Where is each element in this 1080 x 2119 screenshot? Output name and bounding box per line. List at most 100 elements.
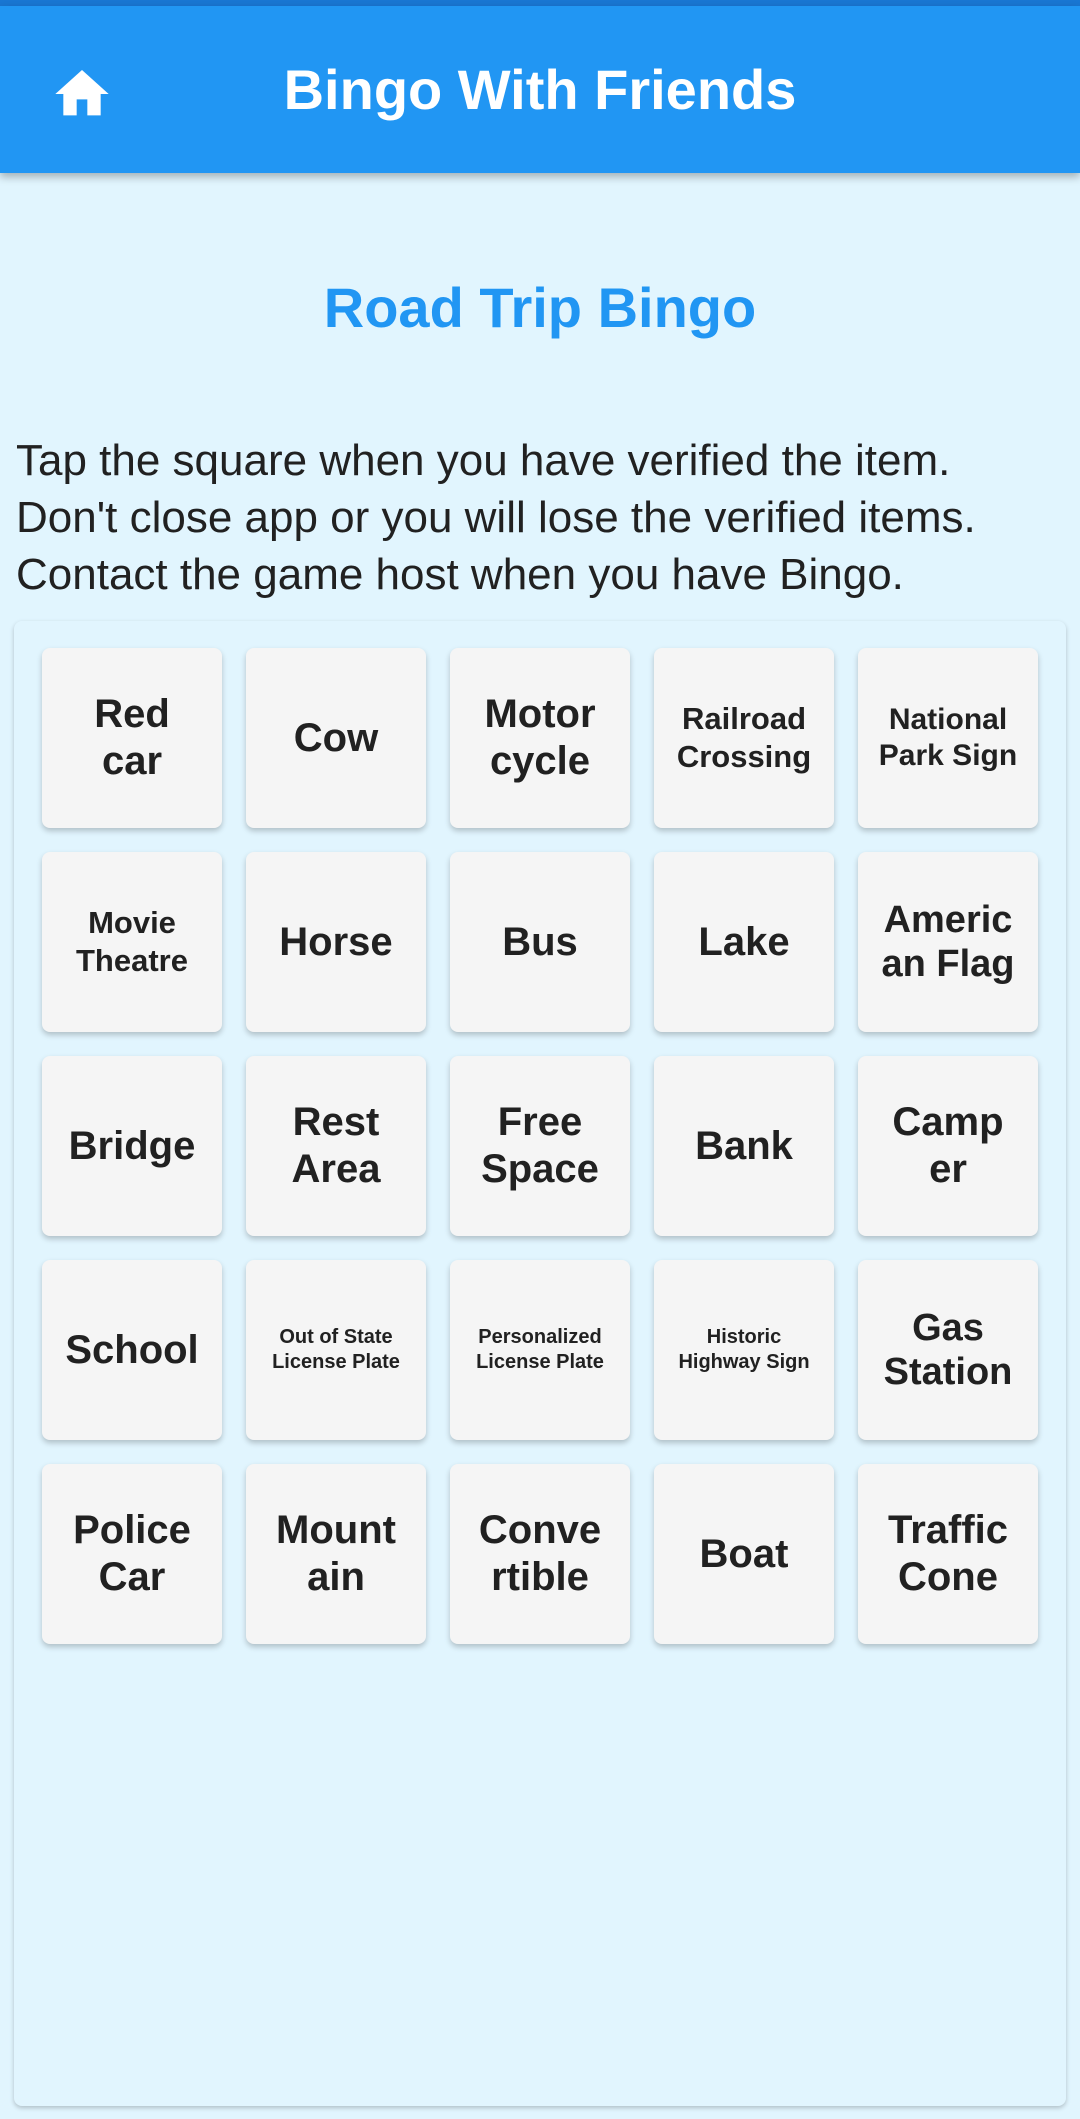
- bingo-square[interactable]: Americ an Flag: [858, 852, 1038, 1032]
- bingo-square-label-line: Cone: [897, 1555, 998, 1599]
- bingo-square-label-line: cycle: [489, 739, 591, 783]
- bingo-square[interactable]: Gas Station: [858, 1260, 1038, 1440]
- bingo-square-label: Boat: [694, 1531, 795, 1578]
- bingo-square-label: Historic Highway Sign: [672, 1325, 815, 1375]
- bingo-square-label: Traffic Cone: [882, 1507, 1014, 1601]
- bingo-square[interactable]: Traffic Cone: [858, 1464, 1038, 1644]
- bingo-square-label-line: Movie: [88, 905, 176, 940]
- bingo-square-label: Movie Theatre: [70, 904, 194, 980]
- bingo-square[interactable]: Out of State License Plate: [246, 1260, 426, 1440]
- bingo-square-label: Out of State License Plate: [266, 1325, 406, 1375]
- bingo-square-label-line: an Flag: [881, 943, 1015, 985]
- bingo-square-label-line: Bridge: [68, 1123, 196, 1168]
- bingo-square-label-line: School: [65, 1327, 199, 1372]
- bingo-square[interactable]: National Park Sign: [858, 648, 1038, 828]
- bingo-square-label-line: er: [929, 1147, 967, 1191]
- bingo-square-label-line: Rest: [292, 1100, 380, 1144]
- bingo-square-label-line: Americ: [883, 899, 1013, 941]
- bingo-board: Red car Cow Motor cycle Railroad Crossing Natio…: [14, 621, 1066, 2106]
- app-title: Bingo With Friends: [283, 58, 797, 121]
- bingo-square-label: Mount ain: [270, 1507, 402, 1601]
- bingo-square-label: Motor cycle: [478, 691, 601, 785]
- bingo-square-label: Bridge: [63, 1123, 202, 1170]
- bingo-square[interactable]: Free Space: [450, 1056, 630, 1236]
- bingo-square-label: Cow: [288, 715, 384, 762]
- bingo-square-label: Personalized License Plate: [470, 1325, 610, 1375]
- bingo-square-label-line: Bus: [502, 919, 578, 964]
- bingo-square-label-line: car: [101, 739, 163, 783]
- bingo-square[interactable]: School: [42, 1260, 222, 1440]
- bingo-square-label-line: rtible: [491, 1555, 589, 1599]
- bingo-square-label-line: Police: [73, 1508, 191, 1552]
- bingo-square[interactable]: Boat: [654, 1464, 834, 1644]
- bingo-square[interactable]: Personalized License Plate: [450, 1260, 630, 1440]
- bingo-square-label-line: National: [888, 703, 1008, 736]
- bingo-square[interactable]: Horse: [246, 852, 426, 1032]
- bingo-square-label-line: Railroad: [681, 701, 806, 736]
- bingo-square-label-line: Bank: [695, 1123, 793, 1168]
- bingo-square[interactable]: Historic Highway Sign: [654, 1260, 834, 1440]
- bingo-square-label-line: Motor: [484, 692, 596, 736]
- bingo-square-label-line: Conve: [478, 1508, 602, 1552]
- bingo-square-label: Bus: [496, 919, 584, 966]
- bingo-square-label-line: ain: [307, 1555, 365, 1599]
- bingo-square-label-line: Camp: [892, 1100, 1004, 1144]
- bingo-square-label: Camp er: [886, 1099, 1009, 1193]
- bingo-square-label-line: Gas: [912, 1307, 984, 1349]
- bingo-square-label-line: Station: [883, 1351, 1013, 1393]
- bingo-square-label-line: Personalized: [478, 1326, 602, 1348]
- bingo-square-label-line: Red: [94, 692, 170, 736]
- instruction-line: Tap the square when you have verified th…: [16, 436, 951, 485]
- bingo-square-label-line: Out of State: [279, 1326, 393, 1348]
- app-bar: Bingo With Friends: [0, 6, 1080, 173]
- bingo-square-label-line: Theatre: [76, 943, 188, 978]
- bingo-square-label-line: Mount: [276, 1508, 396, 1552]
- bingo-square-label: Gas Station: [878, 1306, 1019, 1394]
- bingo-square-label-line: Car: [98, 1555, 166, 1599]
- bingo-square-label-line: Free: [497, 1100, 583, 1144]
- bingo-square[interactable]: Red car: [42, 648, 222, 828]
- bingo-square-label: Conve rtible: [473, 1507, 607, 1601]
- bingo-square-label: School: [59, 1327, 204, 1374]
- bingo-square[interactable]: Bridge: [42, 1056, 222, 1236]
- bingo-square-label-line: Horse: [279, 919, 393, 964]
- bingo-square[interactable]: Motor cycle: [450, 648, 630, 828]
- bingo-square[interactable]: Conve rtible: [450, 1464, 630, 1644]
- bingo-square-label-line: Crossing: [676, 739, 812, 774]
- bingo-square-label: Rest Area: [286, 1099, 387, 1193]
- bingo-square-label-line: Space: [481, 1147, 599, 1191]
- bingo-square[interactable]: Bus: [450, 852, 630, 1032]
- bingo-square-label-line: Park Sign: [878, 739, 1018, 772]
- bingo-square[interactable]: Bank: [654, 1056, 834, 1236]
- bingo-square[interactable]: Mount ain: [246, 1464, 426, 1644]
- bingo-square[interactable]: Cow: [246, 648, 426, 828]
- bingo-square[interactable]: Movie Theatre: [42, 852, 222, 1032]
- game-title: Road Trip Bingo: [323, 276, 757, 339]
- bingo-square-label-line: Cow: [293, 715, 379, 760]
- bingo-square-label-line: Lake: [698, 919, 790, 964]
- bingo-square-label: Red car: [88, 691, 176, 785]
- bingo-square-label: Americ an Flag: [875, 898, 1020, 986]
- bingo-square[interactable]: Camp er: [858, 1056, 1038, 1236]
- instructions: Tap the square when you have verified th…: [16, 432, 1076, 603]
- bingo-square-label: Police Car: [67, 1507, 197, 1601]
- bingo-square-label: Bank: [689, 1123, 799, 1170]
- bingo-square-label-line: Highway Sign: [678, 1351, 810, 1373]
- bingo-square-label-line: License Plate: [476, 1351, 604, 1373]
- instruction-line: Don't close app or you will lose the ver…: [16, 493, 976, 542]
- bingo-square-label: Free Space: [475, 1099, 605, 1193]
- bingo-square-label-line: License Plate: [272, 1351, 400, 1373]
- bingo-square[interactable]: Rest Area: [246, 1056, 426, 1236]
- bingo-square[interactable]: Police Car: [42, 1464, 222, 1644]
- bingo-square[interactable]: Railroad Crossing: [654, 648, 834, 828]
- bingo-square-label-line: Traffic: [887, 1508, 1009, 1552]
- bingo-square-label: Lake: [692, 919, 795, 966]
- instruction-line: Contact the game host when you have Bing…: [16, 550, 904, 599]
- bingo-square-label: Railroad Crossing: [671, 700, 817, 776]
- bingo-square-label-line: Historic: [706, 1326, 782, 1348]
- bingo-square-label: National Park Sign: [873, 702, 1023, 774]
- bingo-square-label-line: Area: [291, 1147, 381, 1191]
- bingo-square-label: Horse: [273, 919, 398, 966]
- bingo-square-label-line: Boat: [699, 1531, 789, 1576]
- bingo-square[interactable]: Lake: [654, 852, 834, 1032]
